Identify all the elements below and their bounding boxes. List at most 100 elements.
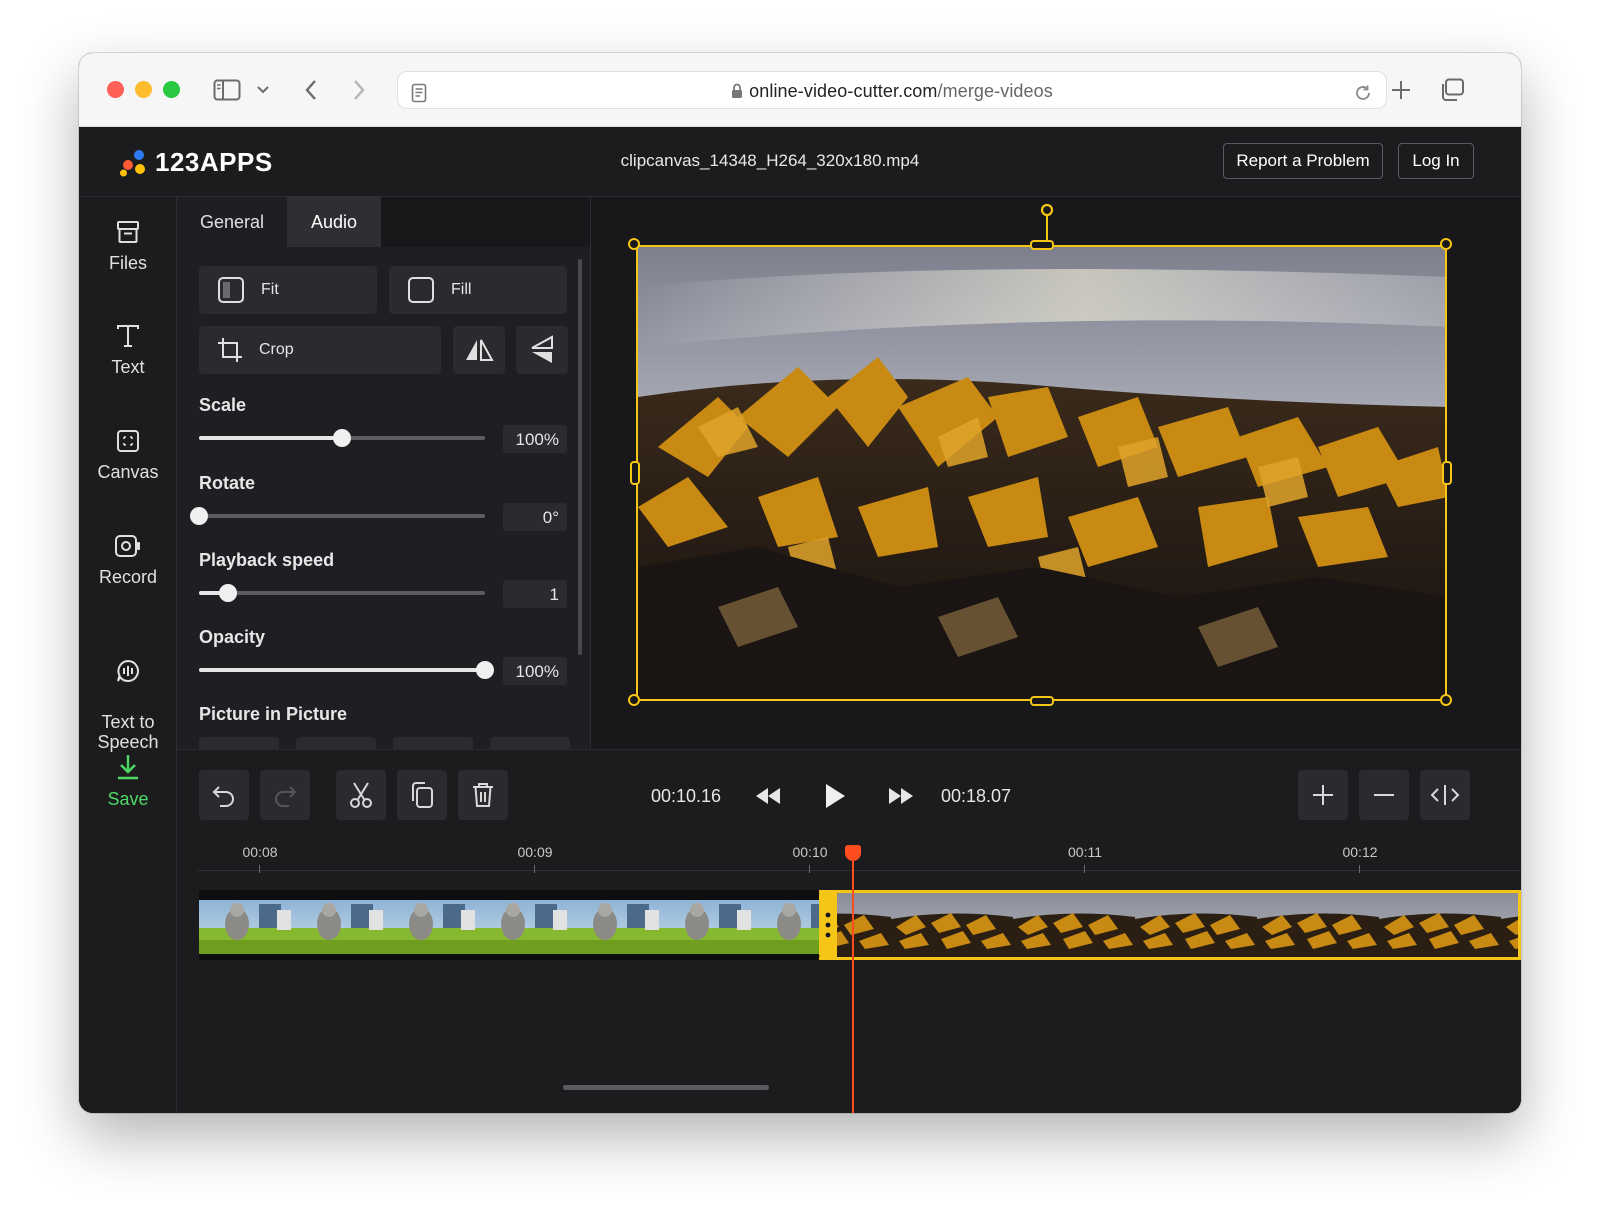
resize-handle-right[interactable] — [1442, 461, 1452, 485]
timeline-ruler[interactable] — [197, 870, 1521, 871]
opacity-label: Opacity — [199, 627, 266, 647]
slider-knob[interactable] — [476, 661, 494, 679]
resize-handle-bottom[interactable] — [1030, 696, 1054, 706]
sidebar-item-label: Text — [111, 357, 145, 377]
crop-icon — [218, 338, 242, 362]
clip-trim-handle[interactable] — [819, 890, 837, 960]
scale-slider[interactable] — [199, 429, 485, 447]
sidebar-item-canvas[interactable]: Canvas — [79, 428, 177, 482]
timeline-scrollbar[interactable] — [563, 1085, 769, 1090]
sidebar-item-label: Text to Speech — [97, 712, 159, 752]
slider-knob[interactable] — [190, 507, 208, 525]
video-clip-2[interactable] — [819, 890, 1521, 960]
resize-handle-left[interactable] — [630, 461, 640, 485]
panel-scrollbar[interactable] — [578, 259, 582, 655]
playback-speed-value-input[interactable]: 1 — [503, 580, 567, 608]
playback-speed-slider[interactable] — [199, 584, 485, 602]
zoom-in-button[interactable] — [1298, 770, 1348, 820]
sidebar-toggle-icon[interactable] — [211, 75, 243, 105]
maximize-window-button[interactable] — [163, 81, 180, 98]
fast-forward-button[interactable] — [884, 781, 918, 811]
slider-knob[interactable] — [218, 584, 237, 602]
new-tab-icon[interactable] — [1387, 75, 1415, 105]
fast-forward-icon — [889, 788, 913, 804]
pip-option-button[interactable] — [490, 737, 570, 749]
slider-fill — [199, 668, 485, 672]
tab-overview-icon[interactable] — [1437, 75, 1467, 105]
redo-icon — [275, 786, 297, 807]
delete-button[interactable] — [458, 770, 508, 820]
ruler-label: 00:10 — [792, 844, 828, 860]
flip-vertical-icon — [531, 335, 553, 363]
fit-button[interactable]: Fit — [199, 266, 377, 314]
fit-timeline-button[interactable] — [1420, 770, 1470, 820]
zoom-out-button[interactable] — [1359, 770, 1409, 820]
playback-speed-label: Playback speed — [199, 550, 335, 570]
sidebar-item-files[interactable]: Files — [79, 219, 177, 273]
login-button[interactable]: Log In — [1398, 143, 1474, 179]
fit-icon — [218, 277, 244, 303]
cut-button[interactable] — [336, 770, 386, 820]
fit-label: Fit — [261, 281, 279, 298]
scale-label: Scale — [199, 395, 247, 415]
ruler-label: 00:11 — [1068, 844, 1102, 860]
pip-option-button[interactable] — [199, 737, 279, 749]
forward-arrow-icon[interactable] — [347, 75, 371, 105]
sidebar-item-label: Record — [98, 567, 158, 587]
sidebar-item-save[interactable]: Save — [79, 753, 177, 809]
opacity-value-input[interactable]: 100% — [503, 657, 567, 685]
rotate-value-input[interactable]: 0° — [503, 503, 567, 531]
video-clip-1[interactable] — [199, 890, 819, 960]
rotate-slider[interactable] — [190, 507, 485, 525]
playhead[interactable] — [852, 846, 854, 1113]
redo-button[interactable] — [260, 770, 310, 820]
url-text: online-video-cutter.com/merge-videos — [398, 81, 1386, 104]
rewind-button[interactable] — [751, 781, 785, 811]
flip-vertical-button[interactable] — [516, 326, 568, 374]
undo-icon — [212, 786, 234, 807]
pip-option-button[interactable] — [296, 737, 376, 749]
fill-icon — [408, 277, 434, 303]
resize-handle-top-right[interactable] — [1440, 238, 1452, 250]
scale-value-input[interactable]: 100% — [503, 425, 567, 453]
slider-knob[interactable] — [333, 429, 351, 447]
url-domain: online-video-cutter.com — [749, 81, 938, 101]
text-icon — [117, 325, 139, 347]
crop-button[interactable]: Crop — [199, 326, 441, 374]
trash-icon — [473, 783, 493, 807]
total-time: 00:18.07 — [941, 786, 1012, 806]
sidebar-item-text[interactable]: Text — [79, 323, 177, 377]
sidebar-item-record[interactable]: Record — [79, 533, 177, 587]
resize-handle-bottom-left[interactable] — [628, 694, 640, 706]
resize-handle-top-left[interactable] — [628, 238, 640, 250]
pip-option-button[interactable] — [393, 737, 473, 749]
play-button[interactable] — [818, 779, 852, 813]
report-problem-button[interactable]: Report a Problem — [1223, 143, 1383, 179]
chevron-down-icon[interactable] — [253, 75, 273, 105]
resize-handle-top[interactable] — [1030, 240, 1054, 250]
address-bar[interactable]: online-video-cutter.com/merge-videos — [397, 71, 1387, 109]
tab-audio[interactable]: Audio — [287, 197, 381, 247]
left-sidebar: Files Text Canvas Record Text to Speech … — [79, 197, 177, 1113]
ruler-tick — [259, 865, 260, 873]
duplicate-button[interactable] — [397, 770, 447, 820]
playhead-marker[interactable] — [845, 845, 861, 861]
picture-in-picture-label: Picture in Picture — [199, 704, 348, 724]
opacity-slider[interactable] — [199, 661, 494, 679]
minus-icon — [1374, 794, 1394, 796]
video-frame[interactable] — [636, 245, 1447, 701]
back-arrow-icon[interactable] — [299, 75, 323, 105]
reload-icon[interactable] — [1350, 78, 1376, 108]
drag-dots-icon — [825, 912, 831, 938]
resize-handle-bottom-right[interactable] — [1440, 694, 1452, 706]
minimize-window-button[interactable] — [135, 81, 152, 98]
ruler-tick — [809, 865, 810, 873]
sidebar-item-text-to-speech[interactable]: Text to Speech — [79, 638, 177, 752]
browser-window: online-video-cutter.com/merge-videos 123… — [79, 53, 1521, 1113]
fill-button[interactable]: Fill — [389, 266, 567, 314]
panel-tabs: General Audio — [177, 197, 590, 247]
close-window-button[interactable] — [107, 81, 124, 98]
tab-general[interactable]: General — [177, 197, 287, 247]
undo-button[interactable] — [199, 770, 249, 820]
flip-horizontal-button[interactable] — [453, 326, 505, 374]
